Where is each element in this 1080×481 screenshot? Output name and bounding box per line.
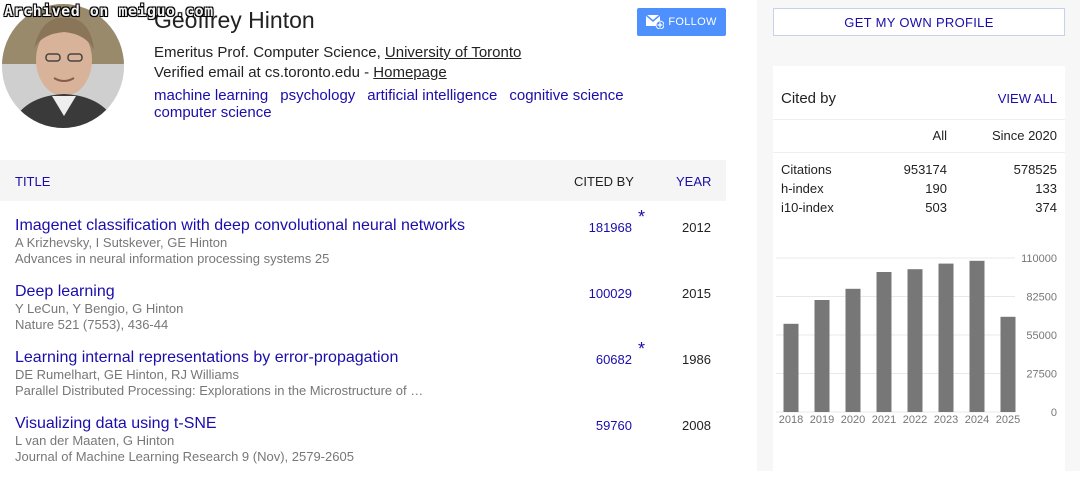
article-authors: Y LeCun, Y Bengio, G Hinton xyxy=(15,301,184,316)
cited-by-count-link[interactable]: 181968 xyxy=(589,220,632,235)
avatar xyxy=(2,4,124,128)
bar-2019[interactable] xyxy=(814,300,830,412)
cited-by-title: Cited by xyxy=(781,90,837,107)
view-all-link[interactable]: VIEW ALL xyxy=(998,91,1057,106)
article-authors: L van der Maaten, G Hinton xyxy=(15,433,175,448)
article-year: 2012 xyxy=(682,220,711,235)
y-tick-label: 82500 xyxy=(1026,292,1057,304)
merged-citations-star[interactable]: * xyxy=(638,207,645,228)
x-tick-label: 2021 xyxy=(872,414,896,426)
article-venue: Nature 521 (7553), 436-44 xyxy=(15,317,169,332)
table-row: Imagenet classification with deep convol… xyxy=(0,207,726,283)
verified-email-text: Verified email at cs.toronto.edu - xyxy=(154,64,374,81)
metric-label: i10-index xyxy=(781,200,834,215)
table-row: Visualizing data using t-SNE L van der M… xyxy=(0,415,726,481)
article-title-link[interactable]: Learning internal representations by err… xyxy=(15,349,398,367)
research-interests: machine learning psychology artificial int… xyxy=(154,87,694,121)
x-tick-label: 2023 xyxy=(934,414,958,426)
affiliation-link[interactable]: University of Toronto xyxy=(385,44,521,61)
column-since-2020: Since 2020 xyxy=(991,128,1057,143)
table-row: Deep learning Y LeCun, Y Bengio, G Hinto… xyxy=(0,283,726,349)
homepage-link[interactable]: Homepage xyxy=(373,64,446,81)
article-year: 2008 xyxy=(682,418,711,433)
divider xyxy=(773,119,1065,120)
sort-by-title[interactable]: TITLE xyxy=(15,174,50,189)
article-title-link[interactable]: Visualizing data using t-SNE xyxy=(15,415,217,433)
interest-link[interactable]: computer science xyxy=(154,104,272,121)
watermark: Archived on meiguo.com xyxy=(4,2,214,20)
x-tick-label: 2022 xyxy=(903,414,927,426)
bar-2022[interactable] xyxy=(907,269,923,412)
article-title-link[interactable]: Imagenet classification with deep convol… xyxy=(15,217,465,235)
x-tick-label: 2019 xyxy=(810,414,834,426)
metric-row-i10-index: i10-index 503 374 xyxy=(773,200,1065,220)
metric-all: 190 xyxy=(925,181,947,196)
cited-by-count-link[interactable]: 59760 xyxy=(596,418,632,433)
metric-since: 578525 xyxy=(1013,162,1057,177)
bar-2024[interactable] xyxy=(969,260,985,412)
metric-since: 374 xyxy=(1035,200,1057,215)
article-venue: Advances in neural information processin… xyxy=(15,251,330,266)
article-title-link[interactable]: Deep learning xyxy=(15,283,115,301)
sort-by-year[interactable]: YEAR xyxy=(676,174,711,189)
metric-label: h-index xyxy=(781,181,824,196)
mail-plus-icon xyxy=(645,14,665,30)
metric-all: 953174 xyxy=(903,162,947,177)
bar-2020[interactable] xyxy=(845,288,861,412)
article-venue: Parallel Distributed Processing: Explora… xyxy=(15,383,424,398)
follow-button[interactable]: FOLLOW xyxy=(637,8,726,36)
article-year: 1986 xyxy=(682,352,711,367)
x-tick-label: 2025 xyxy=(996,414,1020,426)
cited-by-count-link[interactable]: 100029 xyxy=(589,286,632,301)
interest-link[interactable]: cognitive science xyxy=(509,87,623,104)
column-all: All xyxy=(932,128,947,143)
x-tick-label: 2024 xyxy=(965,414,989,426)
follow-label: FOLLOW xyxy=(668,16,717,28)
article-venue: Journal of Machine Learning Research 9 (… xyxy=(15,449,354,464)
y-tick-label: 0 xyxy=(1051,407,1057,419)
article-year: 2015 xyxy=(682,286,711,301)
article-authors: DE Rumelhart, GE Hinton, RJ Williams xyxy=(15,367,239,382)
x-tick-label: 2020 xyxy=(841,414,865,426)
metric-row-citations: Citations 953174 578525 xyxy=(773,162,1065,182)
metric-row-h-index: h-index 190 133 xyxy=(773,181,1065,201)
bar-2018[interactable] xyxy=(783,323,799,412)
metric-label: Citations xyxy=(781,162,832,177)
interest-link[interactable]: artificial intelligence xyxy=(367,87,497,104)
y-tick-label: 55000 xyxy=(1026,330,1057,342)
interest-link[interactable]: psychology xyxy=(280,87,355,104)
metric-all: 503 xyxy=(925,200,947,215)
table-row: Learning internal representations by err… xyxy=(0,339,726,415)
metric-since: 133 xyxy=(1035,181,1057,196)
articles-table-header: TITLE CITED BY YEAR xyxy=(0,160,726,201)
get-my-own-profile-button[interactable]: GET MY OWN PROFILE xyxy=(773,8,1065,36)
article-authors: A Krizhevsky, I Sutskever, GE Hinton xyxy=(15,235,228,250)
x-tick-label: 2018 xyxy=(779,414,803,426)
cited-by-count-link[interactable]: 60682 xyxy=(596,352,632,367)
bar-2021[interactable] xyxy=(876,272,892,412)
y-tick-label: 110000 xyxy=(1021,253,1057,265)
y-tick-label: 27500 xyxy=(1026,369,1057,381)
merged-citations-star[interactable]: * xyxy=(638,339,645,360)
divider xyxy=(773,152,1065,153)
citations-per-year-chart: 0 27500 55000 82500 110000 2018 2019 2020 2021 20… xyxy=(776,253,1057,426)
email-line: Verified email at cs.toronto.edu - Homep… xyxy=(154,64,447,81)
interest-link[interactable]: machine learning xyxy=(154,87,268,104)
bar-2023[interactable] xyxy=(938,263,954,412)
bar-2025[interactable] xyxy=(1000,316,1016,412)
cited-by-header: CITED BY xyxy=(574,174,634,189)
affiliation: Emeritus Prof. Computer Science, Univers… xyxy=(154,44,521,61)
affiliation-text: Emeritus Prof. Computer Science, xyxy=(154,44,385,61)
